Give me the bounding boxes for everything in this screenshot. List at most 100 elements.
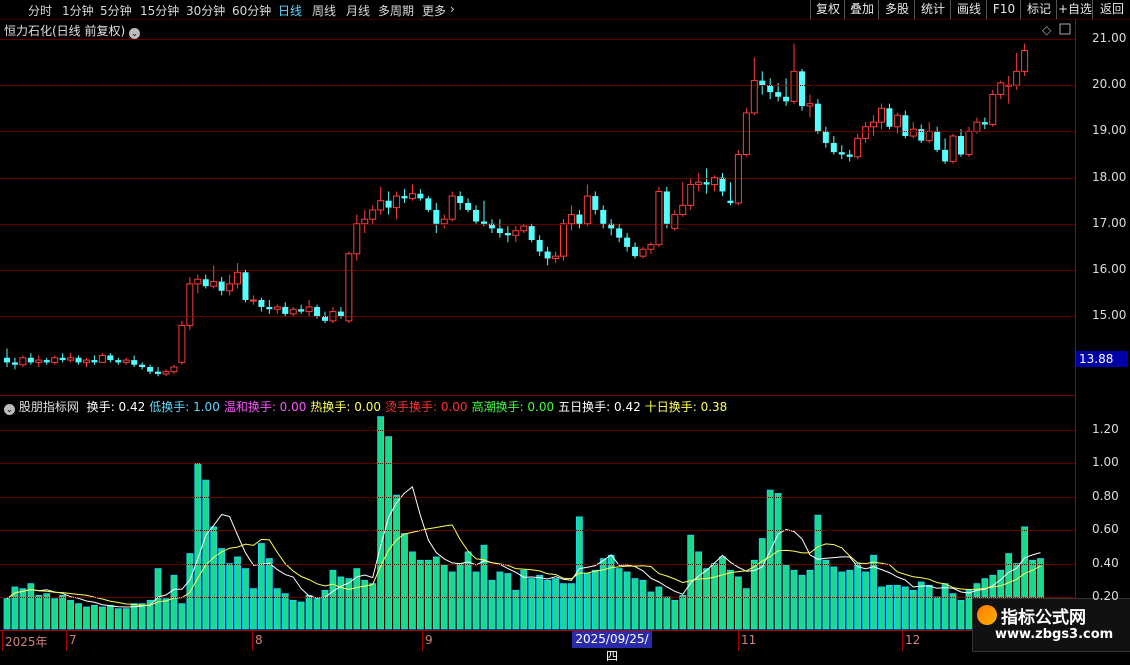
candle[interactable] (711, 177, 719, 186)
turnover-bar[interactable] (250, 588, 257, 630)
turnover-bar[interactable] (758, 538, 766, 630)
indicator-name[interactable]: 股朋指标网 (19, 400, 79, 414)
turnover-bar[interactable] (59, 594, 67, 630)
candle[interactable] (878, 107, 885, 123)
candle[interactable] (567, 214, 575, 225)
turnover-bar[interactable] (480, 544, 488, 630)
turnover-bar[interactable] (19, 588, 27, 630)
candle[interactable] (51, 357, 59, 363)
candle[interactable] (679, 204, 687, 216)
candle[interactable] (75, 357, 82, 363)
candle[interactable] (433, 209, 440, 224)
candle[interactable] (989, 93, 997, 125)
candle[interactable] (512, 230, 520, 236)
candle[interactable] (655, 190, 663, 246)
candle[interactable] (965, 130, 973, 155)
turnover-bar[interactable] (639, 579, 647, 630)
turnover-bar[interactable] (862, 571, 869, 630)
turnover-bar[interactable] (583, 573, 591, 630)
candle[interactable] (385, 200, 392, 208)
turnover-bar[interactable] (194, 462, 202, 630)
candle[interactable] (973, 121, 981, 132)
candle[interactable] (799, 71, 805, 106)
turnover-bar[interactable] (178, 603, 186, 630)
turnover-bar[interactable] (687, 534, 695, 630)
candle[interactable] (742, 112, 750, 155)
turnover-bar[interactable] (3, 598, 11, 630)
turnover-bar[interactable] (122, 608, 130, 630)
candle[interactable] (854, 137, 862, 158)
turnover-bar[interactable] (114, 608, 122, 630)
turnover-bar[interactable] (957, 599, 965, 630)
candle[interactable] (202, 279, 209, 287)
turnover-bar[interactable] (552, 578, 559, 630)
candle[interactable] (616, 228, 623, 238)
candle[interactable] (425, 198, 432, 210)
turnover-bar[interactable] (210, 526, 218, 630)
turnover-bar[interactable] (432, 556, 440, 630)
turnover-bar[interactable] (234, 556, 241, 630)
candle[interactable] (155, 371, 162, 374)
candle[interactable] (830, 142, 837, 153)
turnover-bar[interactable] (933, 596, 941, 630)
turnover-bar[interactable] (369, 583, 377, 630)
turnover-bar[interactable] (790, 569, 798, 630)
turnover-bar[interactable] (313, 598, 321, 630)
candle[interactable] (600, 209, 607, 224)
turnover-bar[interactable] (138, 603, 146, 630)
candle[interactable] (671, 214, 679, 229)
turnover-bar[interactable] (623, 571, 631, 630)
candle[interactable] (536, 239, 543, 252)
turnover-bar[interactable] (703, 568, 710, 630)
candle[interactable] (719, 177, 726, 192)
candle[interactable] (465, 203, 472, 210)
candle[interactable] (822, 131, 829, 143)
turnover-bar[interactable] (528, 578, 536, 630)
candle[interactable] (210, 281, 218, 287)
candle[interactable] (909, 128, 917, 137)
turnover-bar[interactable] (99, 606, 106, 630)
candle[interactable] (663, 191, 670, 224)
candle[interactable] (592, 196, 599, 210)
turnover-bar[interactable] (106, 604, 114, 630)
candle[interactable] (131, 360, 138, 365)
candle[interactable] (282, 306, 289, 314)
turnover-bar[interactable] (878, 586, 885, 630)
candle[interactable] (147, 367, 154, 372)
candle[interactable] (107, 355, 114, 361)
turnover-bar[interactable] (925, 584, 933, 630)
candle[interactable] (583, 195, 591, 225)
turnover-bar[interactable] (329, 569, 337, 630)
turnover-bar[interactable] (886, 584, 893, 630)
candle[interactable] (194, 278, 202, 285)
turnover-bar[interactable] (170, 574, 178, 630)
candle[interactable] (1021, 50, 1029, 72)
turnover-bar[interactable] (568, 583, 575, 630)
candle[interactable] (266, 306, 273, 310)
turnover-bar[interactable] (305, 594, 313, 630)
turnover-bar[interactable] (202, 479, 210, 630)
turnover-bar[interactable] (941, 583, 949, 630)
candle[interactable] (393, 195, 401, 209)
candle[interactable] (91, 360, 98, 363)
turnover-bar[interactable] (822, 559, 830, 630)
candle[interactable] (249, 299, 257, 302)
candle[interactable] (289, 308, 297, 315)
candle[interactable] (703, 182, 710, 185)
candle[interactable] (59, 357, 66, 361)
candle[interactable] (886, 108, 893, 127)
turnover-bar[interactable] (83, 606, 90, 630)
turnover-bar[interactable] (520, 569, 528, 630)
candle[interactable] (83, 359, 90, 363)
turnover-bar[interactable] (242, 568, 249, 630)
turnover-bar[interactable] (51, 598, 59, 630)
candle[interactable] (806, 103, 814, 107)
chart-canvas[interactable]: ◇ (0, 0, 1075, 650)
candle[interactable] (647, 244, 655, 250)
candle[interactable] (43, 360, 50, 363)
chevron-down-icon[interactable]: ⌄ (4, 404, 15, 415)
candle[interactable] (958, 136, 964, 155)
turnover-bar[interactable] (655, 586, 663, 630)
candle[interactable] (687, 184, 695, 206)
candle[interactable] (734, 154, 742, 204)
